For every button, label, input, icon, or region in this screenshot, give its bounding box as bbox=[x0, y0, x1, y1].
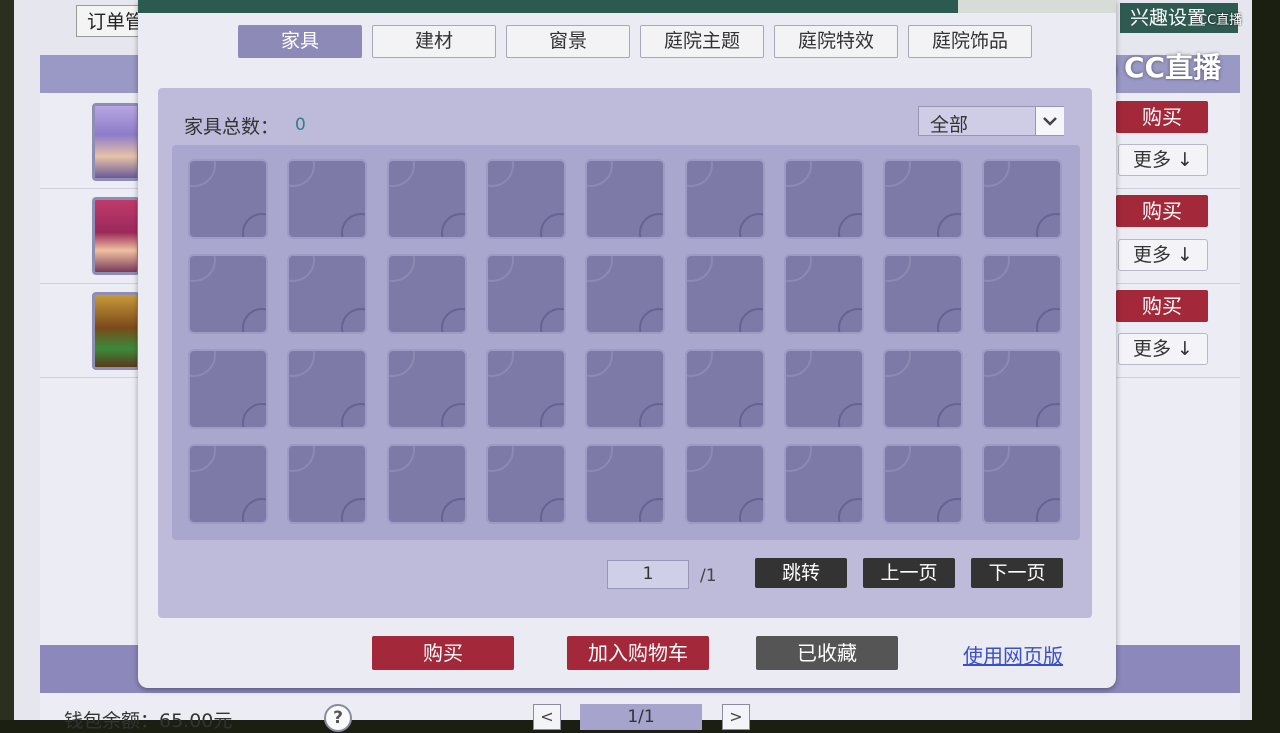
item-slot[interactable] bbox=[684, 444, 765, 524]
item-slot[interactable] bbox=[485, 349, 566, 429]
dialog-top-tab-active[interactable] bbox=[958, 0, 1116, 13]
chevron-down-icon[interactable] bbox=[1035, 107, 1064, 135]
row-more-button[interactable]: 更多 ↓ bbox=[1118, 144, 1208, 176]
item-slot[interactable] bbox=[287, 254, 368, 334]
order-manage-button[interactable]: 订单管 bbox=[76, 5, 146, 37]
item-slot[interactable] bbox=[485, 254, 566, 334]
item-slot[interactable] bbox=[585, 159, 666, 239]
row-buy-button[interactable]: 购买 bbox=[1116, 195, 1208, 227]
avatar[interactable] bbox=[92, 292, 140, 370]
prev-page-icon[interactable]: < bbox=[533, 704, 561, 730]
watermark: CC直播 bbox=[1124, 51, 1222, 84]
item-slot[interactable] bbox=[188, 444, 268, 524]
prev-page-button[interactable]: 上一页 bbox=[863, 558, 955, 588]
next-page-icon[interactable]: > bbox=[722, 704, 750, 730]
tab-yard-effect[interactable]: 庭院特效 bbox=[774, 25, 898, 58]
favorited-button[interactable]: 已收藏 bbox=[756, 636, 898, 670]
item-slot[interactable] bbox=[287, 159, 368, 239]
item-slot[interactable] bbox=[386, 444, 467, 524]
item-slot[interactable] bbox=[883, 444, 964, 524]
item-slot[interactable] bbox=[485, 159, 566, 239]
item-slot[interactable] bbox=[883, 349, 964, 429]
item-slot[interactable] bbox=[188, 159, 268, 239]
item-slot[interactable] bbox=[188, 349, 268, 429]
item-slot[interactable] bbox=[684, 159, 765, 239]
item-slot[interactable] bbox=[783, 349, 864, 429]
item-slot[interactable] bbox=[287, 349, 368, 429]
tab-window-view[interactable]: 窗景 bbox=[506, 25, 630, 58]
row-buy-button[interactable]: 购买 bbox=[1116, 290, 1208, 322]
page-total: /1 bbox=[700, 566, 717, 586]
item-slot[interactable] bbox=[883, 254, 964, 334]
furniture-count-label: 家具总数： bbox=[184, 116, 280, 138]
row-more-button[interactable]: 更多 ↓ bbox=[1118, 333, 1208, 365]
item-slot[interactable] bbox=[585, 254, 666, 334]
item-slot[interactable] bbox=[585, 349, 666, 429]
item-slot[interactable] bbox=[386, 349, 467, 429]
tab-building-material[interactable]: 建材 bbox=[372, 25, 496, 58]
item-slot[interactable] bbox=[386, 159, 467, 239]
item-slot[interactable] bbox=[386, 254, 467, 334]
item-slot[interactable] bbox=[982, 254, 1063, 334]
web-version-link[interactable]: 使用网页版 bbox=[963, 640, 1063, 669]
page-indicator: 1/1 bbox=[580, 704, 702, 730]
row-buy-button[interactable]: 购买 bbox=[1116, 101, 1208, 133]
watermark-small: CC直播 bbox=[1198, 13, 1243, 28]
item-slot[interactable] bbox=[883, 159, 964, 239]
item-slot[interactable] bbox=[585, 444, 666, 524]
item-slot[interactable] bbox=[783, 254, 864, 334]
row-more-button[interactable]: 更多 ↓ bbox=[1118, 239, 1208, 271]
item-slot[interactable] bbox=[783, 444, 864, 524]
item-slot[interactable] bbox=[485, 444, 566, 524]
buy-button[interactable]: 购买 bbox=[372, 636, 514, 670]
avatar[interactable] bbox=[92, 103, 140, 181]
item-slot[interactable] bbox=[684, 254, 765, 334]
add-to-cart-button[interactable]: 加入购物车 bbox=[567, 636, 709, 670]
tab-furniture[interactable]: 家具 bbox=[238, 25, 362, 58]
help-icon[interactable]: ? bbox=[324, 704, 352, 732]
tab-yard-decoration[interactable]: 庭院饰品 bbox=[908, 25, 1032, 58]
item-slot[interactable] bbox=[188, 254, 268, 334]
item-slot[interactable] bbox=[783, 159, 864, 239]
next-page-button[interactable]: 下一页 bbox=[971, 558, 1063, 588]
game-edge bbox=[0, 0, 14, 720]
page-number-input[interactable]: 1 bbox=[607, 560, 689, 589]
tab-yard-theme[interactable]: 庭院主题 bbox=[640, 25, 764, 58]
item-slot[interactable] bbox=[982, 444, 1063, 524]
item-slot[interactable] bbox=[684, 349, 765, 429]
item-slot[interactable] bbox=[982, 159, 1063, 239]
filter-value: 全部 bbox=[930, 114, 969, 136]
item-slot[interactable] bbox=[287, 444, 368, 524]
avatar[interactable] bbox=[92, 197, 140, 275]
jump-button[interactable]: 跳转 bbox=[755, 558, 847, 588]
furniture-count-value: 0 bbox=[295, 115, 306, 135]
item-slot[interactable] bbox=[982, 349, 1063, 429]
